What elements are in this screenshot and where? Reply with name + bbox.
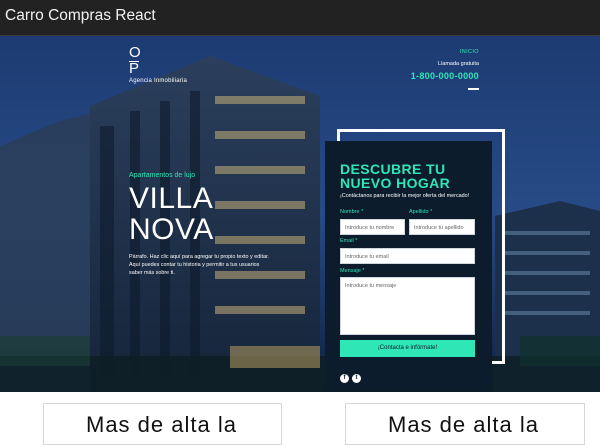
form-title-line2: NUEVO HOGAR	[340, 175, 451, 191]
logo-mark-top: O	[129, 44, 141, 61]
feature-cards-section: Mas de alta la Mas de alta la	[0, 392, 600, 445]
required-mark: *	[361, 209, 364, 215]
phone-number[interactable]: 1-800-000-0000	[411, 71, 479, 81]
menu-icon[interactable]	[468, 88, 479, 90]
name-field[interactable]: Introduce tu nombre	[340, 219, 405, 235]
header-contact: INICIO Llamada gratuita 1-800-000-0000	[411, 49, 479, 90]
brand-name: Agencia Inmobiliaria	[129, 78, 188, 84]
form-subtitle: ¡Contáctanos para recibir la mejor ofert…	[340, 193, 470, 199]
hero-paragraph: Párrafo. Haz clic aquí para agregar tu p…	[129, 254, 269, 277]
brand-logo[interactable]: O P Agencia Inmobiliaria	[129, 44, 188, 84]
form-title: DESCUBRE TU NUEVO HOGAR	[340, 162, 450, 190]
hero-title-line2: NOVA	[129, 213, 214, 246]
facebook-icon[interactable]: f	[340, 374, 349, 383]
window-title: Carro Compras React	[5, 7, 156, 24]
message-field[interactable]: Introduce tu mensaje	[340, 277, 475, 335]
feature-card-title: Mas de alta la	[86, 412, 237, 437]
email-label-text: Email	[340, 238, 354, 244]
feature-card: Mas de alta la	[345, 403, 585, 445]
feature-card: Mas de alta la	[43, 403, 282, 445]
hero-title: VILLA NOVA	[129, 183, 269, 245]
hero-title-line1: VILLA	[129, 182, 214, 215]
window-titlebar: Carro Compras React	[0, 0, 600, 36]
email-label: Email *	[340, 238, 357, 244]
name-label-text: Nombre	[340, 209, 360, 215]
message-label: Mensaje *	[340, 268, 364, 274]
feature-card-title: Mas de alta la	[388, 412, 539, 437]
email-field[interactable]: Introduce tu email	[340, 248, 475, 264]
hero-kicker: Apartamentos de lujo	[129, 172, 196, 179]
message-label-text: Mensaje	[340, 268, 361, 274]
contact-form-card: DESCUBRE TU NUEVO HOGAR ¡Contáctanos par…	[325, 141, 492, 391]
name-label: Nombre *	[340, 209, 363, 215]
logo-mark-bottom: P	[129, 60, 140, 77]
surname-label-text: Apellido	[409, 209, 429, 215]
hero-section	[0, 36, 600, 392]
submit-button[interactable]: ¡Contacta e infórmate!	[340, 340, 475, 357]
surname-label: Apellido *	[409, 209, 432, 215]
twitter-icon[interactable]: t	[352, 374, 361, 383]
required-mark: *	[362, 268, 365, 274]
free-call-label: Llamada gratuita	[438, 61, 479, 67]
form-title-line1: DESCUBRE TU	[340, 161, 446, 177]
nav-home-link[interactable]: INICIO	[411, 49, 479, 55]
buildings-background-image	[0, 36, 600, 392]
surname-field[interactable]: Introduce tu apellido	[409, 219, 475, 235]
required-mark: *	[355, 238, 358, 244]
required-mark: *	[430, 209, 433, 215]
hero-text: Apartamentos de lujo VILLA NOVA Párrafo.…	[129, 172, 269, 278]
